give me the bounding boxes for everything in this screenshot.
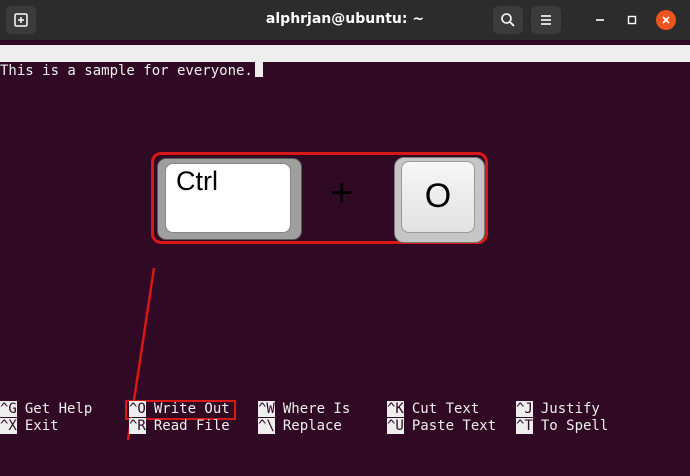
nano-filename: alphr.txt (318, 79, 394, 95)
shortcut-key: ^R (129, 418, 146, 434)
shortcut-write-out[interactable]: ^O Write Out (129, 401, 230, 418)
shortcut-replace[interactable]: ^\ Replace (258, 418, 342, 435)
shortcut-label: Write Out (153, 401, 230, 417)
shortcut-to-spell[interactable]: ^T To Spell (516, 418, 608, 435)
shortcut-row-2: ^X Exit ^R Read File ^\ Replace ^U Paste Tex… (0, 418, 690, 435)
shortcut-label: Paste Text (411, 418, 497, 434)
maximize-icon (627, 15, 637, 25)
shortcut-key: ^T (516, 418, 533, 434)
minimize-icon (596, 19, 604, 21)
shortcut-key: ^G (0, 401, 17, 417)
search-button[interactable] (493, 6, 523, 34)
hamburger-menu-icon (541, 15, 551, 25)
o-key-cap: O (394, 157, 485, 243)
shortcut-label: Get Help (24, 401, 93, 417)
menu-button[interactable] (531, 6, 561, 34)
shortcut-row-1: ^G Get Help ^O Write Out ^W Where Is ^K Cut … (0, 401, 690, 418)
nano-header-bar: GNU nano 4.8 alphr.txt Modified (0, 45, 690, 112)
shortcut-key: ^K (387, 401, 404, 417)
shortcut-exit[interactable]: ^X Exit (0, 418, 59, 435)
o-key-face: O (401, 161, 475, 233)
shortcut-key: ^J (516, 401, 533, 417)
search-icon (501, 13, 515, 27)
shortcut-label: Read File (153, 418, 230, 434)
shortcut-label: Replace (282, 418, 342, 434)
shortcut-label: To Spell (540, 418, 609, 434)
shortcut-label: Cut Text (411, 401, 480, 417)
window-title: alphrjan@ubuntu: ~ (265, 11, 425, 27)
shortcut-key: ^X (0, 418, 17, 434)
shortcut-label: Where Is (282, 401, 351, 417)
minimize-button[interactable] (590, 10, 610, 30)
window-titlebar: alphrjan@ubuntu: ~ (0, 0, 690, 40)
keyboard-shortcut-overlay: Ctrl + O (151, 152, 488, 244)
shortcut-key: ^O (129, 401, 146, 417)
plus-sign: + (330, 171, 354, 215)
ctrl-key-label: Ctrl (176, 166, 218, 196)
nano-modified-status: Modified (594, 96, 662, 112)
ctrl-key-face: Ctrl (165, 163, 291, 233)
editor-text: This is a sample for everyone. (0, 63, 253, 79)
shortcut-where-is[interactable]: ^W Where Is (258, 401, 350, 418)
close-button[interactable] (656, 10, 676, 30)
shortcut-label: Exit (24, 418, 59, 434)
shortcut-key: ^U (387, 418, 404, 434)
close-icon (662, 16, 670, 24)
text-cursor (254, 62, 263, 77)
shortcut-justify[interactable]: ^J Justify (516, 401, 600, 418)
shortcut-key: ^\ (258, 418, 275, 434)
shortcut-paste-text[interactable]: ^U Paste Text (387, 418, 496, 435)
shortcut-label: Justify (540, 401, 600, 417)
shortcut-cut-text[interactable]: ^K Cut Text (387, 401, 479, 418)
maximize-button[interactable] (622, 10, 642, 30)
o-key-label: O (424, 177, 452, 215)
editor-text-line[interactable]: This is a sample for everyone. (0, 62, 263, 80)
shortcut-key: ^W (258, 401, 275, 417)
shortcut-get-help[interactable]: ^G Get Help (0, 401, 92, 418)
shortcut-read-file[interactable]: ^R Read File (129, 418, 230, 435)
ctrl-key-cap: Ctrl (157, 158, 302, 240)
